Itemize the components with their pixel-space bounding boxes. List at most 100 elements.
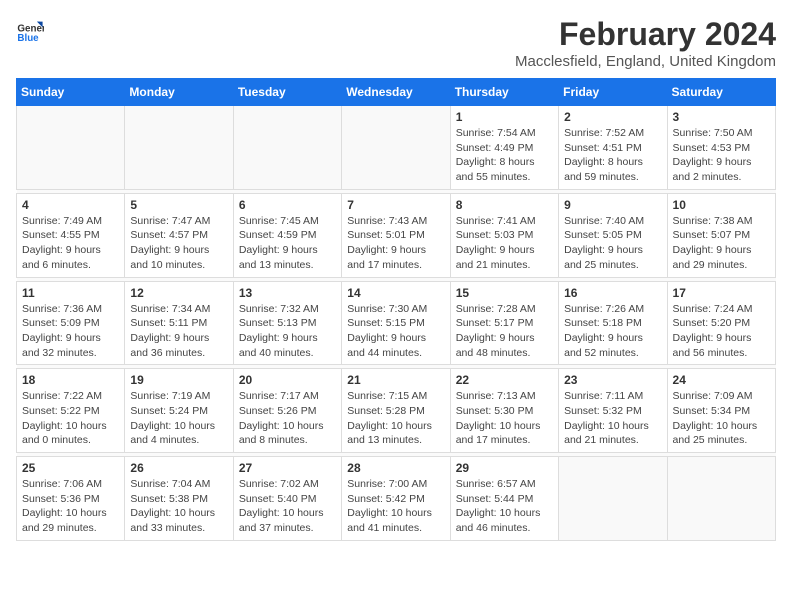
calendar-cell: 24 Sunrise: 7:09 AM Sunset: 5:34 PM Dayli… <box>667 369 775 453</box>
calendar-table: SundayMondayTuesdayWednesdayThursdayFrid… <box>16 78 776 541</box>
day-number: 21 <box>347 373 444 387</box>
day-number: 13 <box>239 286 336 300</box>
day-info: Sunrise: 7:34 AM Sunset: 5:11 PM Dayligh… <box>130 302 227 361</box>
calendar-cell <box>17 106 125 190</box>
day-info: Sunrise: 7:30 AM Sunset: 5:15 PM Dayligh… <box>347 302 444 361</box>
calendar-cell: 12Sunrise: 7:34 AM Sunset: 5:11 PM Dayli… <box>125 281 233 365</box>
day-info: Sunrise: 7:17 AM Sunset: 5:26 PM Dayligh… <box>239 389 336 448</box>
day-number: 24 <box>673 373 770 387</box>
day-number: 27 <box>239 461 336 475</box>
day-info: Sunrise: 7:43 AM Sunset: 5:01 PM Dayligh… <box>347 214 444 273</box>
calendar-cell <box>342 106 450 190</box>
calendar-cell: 10 Sunrise: 7:38 AM Sunset: 5:07 PM Dayli… <box>667 193 775 277</box>
day-info: Sunrise: 7:09 AM Sunset: 5:34 PM Dayligh… <box>673 389 770 448</box>
calendar-cell: 1 Sunrise: 7:54 AM Sunset: 4:49 PM Daylig… <box>450 106 558 190</box>
calendar-cell: 3 Sunrise: 7:50 AM Sunset: 4:53 PM Daylig… <box>667 106 775 190</box>
day-number: 4 <box>22 198 119 212</box>
calendar-cell: 5 Sunrise: 7:47 AM Sunset: 4:57 PM Daylig… <box>125 193 233 277</box>
weekday-header-wednesday: Wednesday <box>342 79 450 106</box>
day-info: Sunrise: 7:19 AM Sunset: 5:24 PM Dayligh… <box>130 389 227 448</box>
calendar-title: February 2024 <box>515 16 776 53</box>
calendar-cell <box>559 457 667 541</box>
day-info: Sunrise: 7:02 AM Sunset: 5:40 PM Dayligh… <box>239 477 336 536</box>
day-info: Sunrise: 7:50 AM Sunset: 4:53 PM Dayligh… <box>673 126 770 185</box>
day-number: 10 <box>673 198 770 212</box>
day-info: Sunrise: 7:32 AM Sunset: 5:13 PM Dayligh… <box>239 302 336 361</box>
calendar-cell: 15Sunrise: 7:28 AM Sunset: 5:17 PM Dayli… <box>450 281 558 365</box>
calendar-cell: 9Sunrise: 7:40 AM Sunset: 5:05 PM Daylig… <box>559 193 667 277</box>
calendar-cell: 21 Sunrise: 7:15 AM Sunset: 5:28 PM Dayli… <box>342 369 450 453</box>
calendar-week-5: 25Sunrise: 7:06 AM Sunset: 5:36 PM Dayli… <box>17 457 776 541</box>
day-number: 26 <box>130 461 227 475</box>
weekday-header-saturday: Saturday <box>667 79 775 106</box>
day-info: Sunrise: 7:04 AM Sunset: 5:38 PM Dayligh… <box>130 477 227 536</box>
calendar-week-1: 1 Sunrise: 7:54 AM Sunset: 4:49 PM Daylig… <box>17 106 776 190</box>
day-info: Sunrise: 7:26 AM Sunset: 5:18 PM Dayligh… <box>564 302 661 361</box>
calendar-cell: 26 Sunrise: 7:04 AM Sunset: 5:38 PM Dayli… <box>125 457 233 541</box>
logo: General Blue <box>16 16 44 44</box>
day-info: Sunrise: 7:36 AM Sunset: 5:09 PM Dayligh… <box>22 302 119 361</box>
weekday-header-thursday: Thursday <box>450 79 558 106</box>
weekday-header-friday: Friday <box>559 79 667 106</box>
calendar-cell: 13 Sunrise: 7:32 AM Sunset: 5:13 PM Dayli… <box>233 281 341 365</box>
day-info: Sunrise: 7:11 AM Sunset: 5:32 PM Dayligh… <box>564 389 661 448</box>
day-info: Sunrise: 7:00 AM Sunset: 5:42 PM Dayligh… <box>347 477 444 536</box>
day-number: 3 <box>673 110 770 124</box>
calendar-cell <box>125 106 233 190</box>
day-info: Sunrise: 7:15 AM Sunset: 5:28 PM Dayligh… <box>347 389 444 448</box>
title-area: February 2024 Macclesfield, England, Uni… <box>515 16 776 70</box>
calendar-cell <box>233 106 341 190</box>
day-number: 6 <box>239 198 336 212</box>
day-number: 29 <box>456 461 553 475</box>
calendar-cell: 17 Sunrise: 7:24 AM Sunset: 5:20 PM Dayli… <box>667 281 775 365</box>
weekday-header-monday: Monday <box>125 79 233 106</box>
calendar-location: Macclesfield, England, United Kingdom <box>515 53 776 70</box>
calendar-cell: 29Sunrise: 6:57 AM Sunset: 5:44 PM Dayli… <box>450 457 558 541</box>
calendar-cell: 11Sunrise: 7:36 AM Sunset: 5:09 PM Dayli… <box>17 281 125 365</box>
calendar-cell: 4 Sunrise: 7:49 AM Sunset: 4:55 PM Daylig… <box>17 193 125 277</box>
logo-icon: General Blue <box>16 16 44 44</box>
calendar-cell: 18Sunrise: 7:22 AM Sunset: 5:22 PM Dayli… <box>17 369 125 453</box>
day-info: Sunrise: 7:06 AM Sunset: 5:36 PM Dayligh… <box>22 477 119 536</box>
calendar-cell: 23 Sunrise: 7:11 AM Sunset: 5:32 PM Dayli… <box>559 369 667 453</box>
day-number: 5 <box>130 198 227 212</box>
day-info: Sunrise: 7:41 AM Sunset: 5:03 PM Dayligh… <box>456 214 553 273</box>
day-number: 23 <box>564 373 661 387</box>
calendar-cell: 6 Sunrise: 7:45 AM Sunset: 4:59 PM Daylig… <box>233 193 341 277</box>
calendar-cell: 2Sunrise: 7:52 AM Sunset: 4:51 PM Daylig… <box>559 106 667 190</box>
weekday-header-tuesday: Tuesday <box>233 79 341 106</box>
day-number: 28 <box>347 461 444 475</box>
day-info: Sunrise: 7:38 AM Sunset: 5:07 PM Dayligh… <box>673 214 770 273</box>
weekday-header-sunday: Sunday <box>17 79 125 106</box>
day-info: Sunrise: 7:52 AM Sunset: 4:51 PM Dayligh… <box>564 126 661 185</box>
calendar-cell: 20 Sunrise: 7:17 AM Sunset: 5:26 PM Dayli… <box>233 369 341 453</box>
day-number: 7 <box>347 198 444 212</box>
calendar-week-4: 18Sunrise: 7:22 AM Sunset: 5:22 PM Dayli… <box>17 369 776 453</box>
day-info: Sunrise: 7:13 AM Sunset: 5:30 PM Dayligh… <box>456 389 553 448</box>
day-info: Sunrise: 7:49 AM Sunset: 4:55 PM Dayligh… <box>22 214 119 273</box>
calendar-week-3: 11Sunrise: 7:36 AM Sunset: 5:09 PM Dayli… <box>17 281 776 365</box>
calendar-cell: 22 Sunrise: 7:13 AM Sunset: 5:30 PM Dayli… <box>450 369 558 453</box>
day-info: Sunrise: 7:40 AM Sunset: 5:05 PM Dayligh… <box>564 214 661 273</box>
day-number: 15 <box>456 286 553 300</box>
day-number: 1 <box>456 110 553 124</box>
day-number: 17 <box>673 286 770 300</box>
calendar-cell: 8 Sunrise: 7:41 AM Sunset: 5:03 PM Daylig… <box>450 193 558 277</box>
day-number: 16 <box>564 286 661 300</box>
day-info: Sunrise: 7:47 AM Sunset: 4:57 PM Dayligh… <box>130 214 227 273</box>
day-number: 18 <box>22 373 119 387</box>
day-info: Sunrise: 7:45 AM Sunset: 4:59 PM Dayligh… <box>239 214 336 273</box>
day-info: Sunrise: 7:54 AM Sunset: 4:49 PM Dayligh… <box>456 126 553 185</box>
day-number: 20 <box>239 373 336 387</box>
page-header: General Blue February 2024 Macclesfield,… <box>16 16 776 70</box>
day-number: 19 <box>130 373 227 387</box>
svg-text:Blue: Blue <box>17 33 39 44</box>
day-number: 22 <box>456 373 553 387</box>
calendar-cell: 14 Sunrise: 7:30 AM Sunset: 5:15 PM Dayli… <box>342 281 450 365</box>
day-info: Sunrise: 7:24 AM Sunset: 5:20 PM Dayligh… <box>673 302 770 361</box>
calendar-cell: 25Sunrise: 7:06 AM Sunset: 5:36 PM Dayli… <box>17 457 125 541</box>
calendar-cell: 28 Sunrise: 7:00 AM Sunset: 5:42 PM Dayli… <box>342 457 450 541</box>
day-number: 8 <box>456 198 553 212</box>
day-number: 14 <box>347 286 444 300</box>
calendar-week-2: 4 Sunrise: 7:49 AM Sunset: 4:55 PM Daylig… <box>17 193 776 277</box>
